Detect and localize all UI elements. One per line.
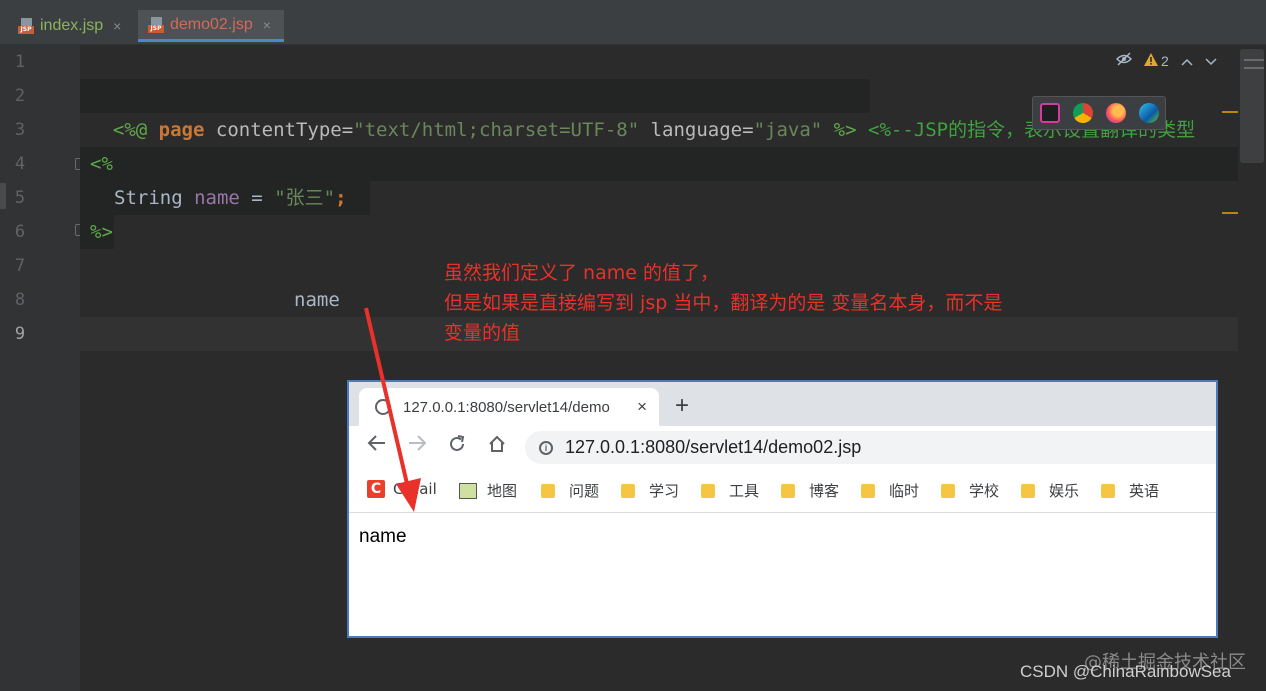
credit-text: CSDN @ChinaRainbowSea — [1020, 662, 1231, 681]
annotation-arrow — [364, 307, 421, 512]
